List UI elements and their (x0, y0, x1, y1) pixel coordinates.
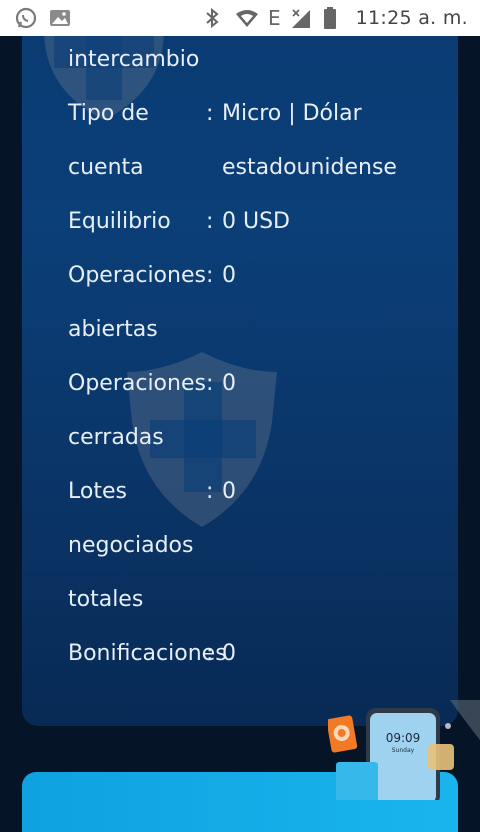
account-label-closed-trades-line1: Operaciones (68, 371, 206, 396)
account-label-type-line2: cuenta (68, 155, 144, 180)
account-value-type-line2: estadounidense (222, 155, 397, 180)
separator-colon: : (206, 209, 214, 234)
battery-icon (323, 6, 347, 30)
promo-illustration: 09:09 Sunday (328, 700, 480, 800)
separator-colon: : (206, 479, 214, 504)
account-value-bonuses: 0 (222, 641, 236, 666)
whatsapp-icon (14, 6, 38, 30)
account-value-open-trades: 0 (222, 263, 236, 288)
separator-colon: : (206, 371, 214, 396)
wifi-icon (235, 6, 259, 30)
account-info-panel: intercambio Tipo de cuenta : Micro | Dól… (22, 0, 458, 726)
separator-colon: : (206, 101, 214, 126)
clock: 11:25 a. m. (355, 7, 468, 29)
separator-colon: : (206, 641, 214, 666)
account-value-balance: 0 USD (222, 209, 290, 234)
bluetooth-icon (202, 6, 226, 30)
account-value-type-line1: Micro | Dólar (222, 101, 362, 126)
gallery-icon (48, 6, 72, 30)
account-label-open-trades-line2: abiertas (68, 317, 158, 342)
account-value-closed-trades: 0 (222, 371, 236, 396)
account-label-total-lots-line2: negociados (68, 533, 194, 558)
account-label-closed-trades-line2: cerradas (68, 425, 164, 450)
account-label-balance: Equilibrio (68, 209, 171, 234)
network-type-label: E (267, 6, 281, 30)
account-label-exchange: intercambio (68, 47, 200, 72)
promo-phone-time: 09:09 (386, 731, 421, 745)
signal-icon (290, 6, 314, 30)
promo-phone-day: Sunday (392, 747, 415, 754)
account-value-total-lots: 0 (222, 479, 236, 504)
account-label-bonuses: Bonificaciones (68, 641, 227, 666)
account-label-total-lots-line3: totales (68, 587, 144, 612)
separator-colon: : (206, 263, 214, 288)
account-label-total-lots-line1: Lotes (68, 479, 127, 504)
account-label-open-trades-line1: Operaciones (68, 263, 206, 288)
account-label-type-line1: Tipo de (68, 101, 149, 126)
status-bar: E 11:25 a. m. (0, 0, 480, 36)
